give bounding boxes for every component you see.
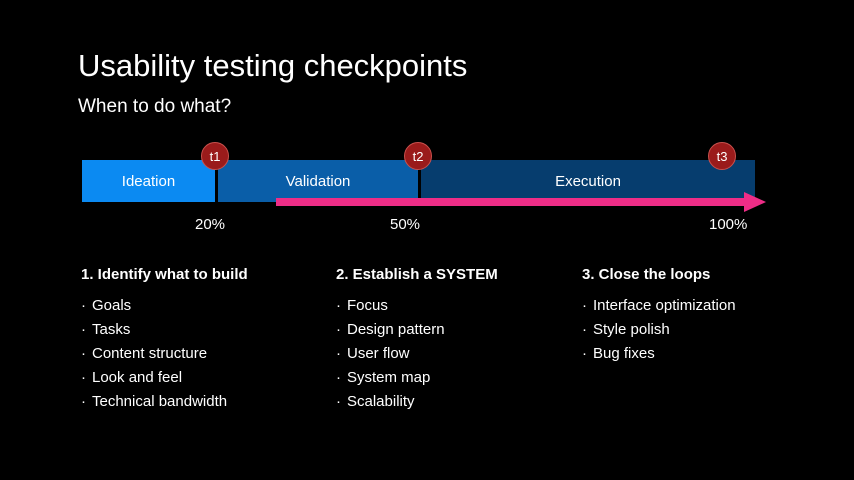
phase-ideation: Ideation	[82, 160, 215, 202]
list-item-label: Tasks	[92, 321, 131, 338]
column-heading: 3. Close the loops	[582, 266, 711, 283]
list-item: · Bug fixes	[582, 342, 736, 366]
bullet-icon: ·	[81, 321, 86, 338]
list-item: · Look and feel	[81, 366, 248, 390]
list-item-label: User flow	[347, 345, 410, 362]
bullet-icon: ·	[336, 321, 341, 338]
column-establish: 2. Establish a SYSTEM · Focus · Design pat…	[336, 266, 498, 414]
list-item-label: Look and feel	[92, 369, 183, 386]
checkpoint-t1: t1	[201, 142, 229, 170]
column-identify: 1. Identify what to build · Goals · Tasks …	[81, 266, 248, 414]
column-heading: 1. Identify what to build	[81, 266, 248, 283]
list-item-label: Technical bandwidth	[92, 393, 228, 410]
list-item: · Design pattern	[336, 318, 498, 342]
list-item-label: Scalability	[347, 393, 415, 410]
bullet-icon: ·	[81, 297, 86, 314]
list-item-label: System map	[347, 369, 431, 386]
column-list: · Focus · Design pattern · User flow · Syste…	[336, 294, 498, 414]
bullet-icon: ·	[336, 297, 341, 314]
list-item: · System map	[336, 366, 498, 390]
list-item-label: Interface optimization	[593, 297, 736, 314]
list-item: · Style polish	[582, 318, 736, 342]
checkpoint-t3: t3	[708, 142, 736, 170]
list-item: · Tasks	[81, 318, 248, 342]
list-item-label: Bug fixes	[593, 345, 655, 362]
slide-subtitle: When to do what?	[78, 96, 232, 117]
list-item-label: Content structure	[92, 345, 208, 362]
bullet-icon: ·	[336, 393, 341, 410]
list-item-label: Design pattern	[347, 321, 445, 338]
list-item: · Goals	[81, 294, 248, 318]
bullet-icon: ·	[582, 297, 587, 314]
bullet-icon: ·	[336, 345, 341, 362]
bullet-icon: ·	[81, 369, 86, 386]
list-item-label: Goals	[92, 297, 132, 314]
column-list: · Interface optimization · Style polish · B…	[582, 294, 736, 366]
column-close: 3. Close the loops · Interface optimizati…	[582, 266, 736, 366]
slide: Usability testing checkpoints When to do…	[0, 0, 854, 480]
progress-arrow-head	[744, 192, 766, 212]
progress-arrow-shaft	[276, 198, 746, 206]
bullet-icon: ·	[582, 321, 587, 338]
list-item: · Focus	[336, 294, 498, 318]
column-heading: 2. Establish a SYSTEM	[336, 266, 498, 283]
bullet-icon: ·	[336, 369, 341, 386]
list-item: · Interface optimization	[582, 294, 736, 318]
list-item-label: Focus	[347, 297, 388, 314]
bullet-icon: ·	[582, 345, 587, 362]
percent-label-50: 50%	[390, 216, 421, 233]
list-item: · Content structure	[81, 342, 248, 366]
list-item: · Scalability	[336, 390, 498, 414]
list-item: · User flow	[336, 342, 498, 366]
bullet-icon: ·	[81, 393, 86, 410]
slide-title: Usability testing checkpoints	[78, 48, 468, 83]
percent-label-20: 20%	[195, 216, 226, 233]
percent-label-100: 100%	[709, 216, 748, 233]
checkpoint-t2: t2	[404, 142, 432, 170]
list-item: · Technical bandwidth	[81, 390, 248, 414]
column-list: · Goals · Tasks · Content structure · Look a…	[81, 294, 248, 414]
bullet-icon: ·	[81, 345, 86, 362]
list-item-label: Style polish	[593, 321, 670, 338]
progress-arrow	[276, 192, 766, 212]
